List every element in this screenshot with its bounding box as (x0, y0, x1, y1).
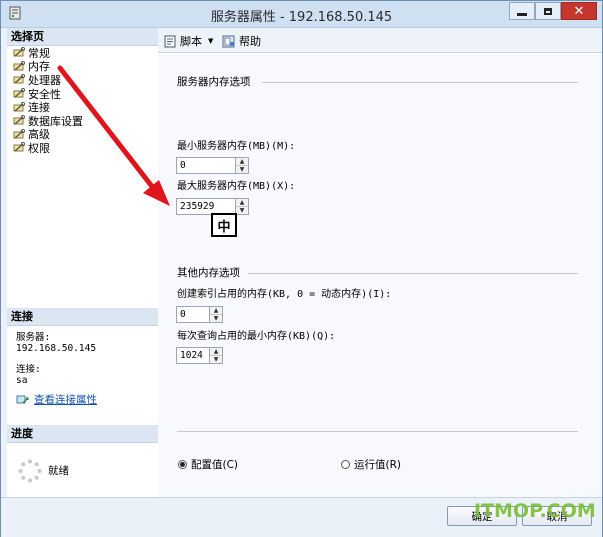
server-properties-window: 服务器属性 - 192.168.50.145 ✕ 选择页 常规 内存 处理器 安… (0, 0, 603, 537)
view-connection-properties-label: 查看连接属性 (34, 394, 97, 406)
spin-up-icon[interactable]: ▲ (236, 199, 248, 206)
link-icon (16, 395, 29, 404)
spin-up-icon[interactable]: ▲ (210, 307, 222, 314)
min-memory-value[interactable]: 0 (176, 157, 236, 174)
left-pane: 选择页 常规 内存 处理器 安全性 连接 数据库设置 高级 权限 连接 服务器:… (7, 28, 159, 497)
script-button[interactable]: 脚本 ▼ (164, 33, 213, 49)
radio-selected-icon[interactable] (178, 460, 187, 469)
page-item-label: 权限 (28, 141, 50, 155)
spin-up-icon[interactable]: ▲ (210, 348, 222, 355)
help-label: 帮助 (239, 35, 261, 48)
memory-page: 服务器内存选项 最小服务器内存(MB)(M): 0 ▲ ▼ 最大服务器内存(MB)… (158, 54, 602, 497)
wrench-icon (13, 142, 25, 152)
running-values-radio[interactable]: 运行值(R) (341, 457, 401, 472)
spin-down-icon[interactable]: ▼ (236, 206, 248, 214)
group-divider (248, 273, 578, 274)
min-memory-stepper[interactable]: 0 ▲ ▼ (176, 157, 249, 174)
progress-panel: 就绪 (7, 443, 158, 497)
progress-status: 就绪 (48, 465, 69, 477)
spin-down-icon[interactable]: ▼ (210, 355, 222, 363)
query-memory-value[interactable]: 1024 (176, 347, 210, 364)
radio-unselected-icon[interactable] (341, 460, 350, 469)
wrench-icon (13, 88, 25, 98)
wrench-icon (13, 115, 25, 125)
query-memory-stepper[interactable]: 1024 ▲ ▼ (176, 347, 223, 364)
help-icon (222, 35, 235, 47)
chevron-down-icon: ▼ (208, 37, 214, 45)
wrench-icon (13, 60, 25, 71)
connection-header: 连接 (7, 308, 158, 326)
close-button[interactable]: ✕ (561, 2, 597, 20)
min-memory-label: 最小服务器内存(MB)(M): (177, 141, 296, 152)
index-memory-value[interactable]: 0 (176, 306, 210, 323)
group-divider (262, 82, 578, 83)
index-memory-stepper[interactable]: 0 ▲ ▼ (176, 306, 223, 323)
server-memory-options-title: 服务器内存选项 (177, 76, 251, 88)
wrench-icon (13, 74, 25, 85)
wrench-icon (13, 47, 25, 57)
connection-value: sa (16, 375, 28, 386)
min-memory-spin-buttons[interactable]: ▲ ▼ (236, 157, 249, 174)
wrench-icon (13, 101, 25, 112)
spin-up-icon[interactable]: ▲ (236, 158, 248, 165)
spin-down-icon[interactable]: ▼ (210, 314, 222, 322)
spinner-icon (18, 459, 42, 483)
radio-divider (177, 431, 578, 432)
minimize-icon (517, 12, 527, 16)
select-page-header: 选择页 (7, 28, 158, 46)
configured-values-radio[interactable]: 配置值(C) (178, 457, 238, 472)
query-memory-spin-buttons[interactable]: ▲ ▼ (210, 347, 223, 364)
page-item-permissions[interactable]: 权限 (13, 141, 83, 155)
title-bar[interactable]: 服务器属性 - 192.168.50.145 ✕ (1, 1, 602, 28)
script-icon (164, 35, 176, 47)
server-label: 服务器: (16, 332, 51, 343)
minimize-button[interactable] (509, 2, 535, 20)
index-memory-spin-buttons[interactable]: ▲ ▼ (210, 306, 223, 323)
view-connection-properties-link[interactable]: 查看连接属性 (16, 392, 97, 407)
wrench-icon (13, 128, 25, 139)
running-values-label: 运行值(R) (354, 459, 401, 471)
toolbar: 脚本 ▼ 帮助 (158, 28, 602, 53)
query-memory-label: 每次查询占用的最小内存(KB)(Q): (177, 331, 336, 342)
right-pane: 脚本 ▼ 帮助 服务器内存选项 最小服务器内存(MB)(M): 0 ▲ ▼ 最大服… (158, 28, 602, 497)
connection-label: 连接: (16, 364, 41, 375)
maximize-button[interactable] (535, 2, 561, 20)
script-label: 脚本 (180, 35, 202, 48)
watermark: ITMOP.COM (474, 500, 596, 522)
max-memory-spin-buttons[interactable]: ▲ ▼ (236, 198, 249, 215)
max-memory-label: 最大服务器内存(MB)(X): (177, 181, 296, 192)
other-memory-options-title: 其他内存选项 (177, 267, 240, 279)
index-memory-label: 创建索引占用的内存(KB, 0 = 动态内存)(I): (177, 289, 392, 300)
help-button[interactable]: 帮助 (222, 33, 261, 49)
spin-down-icon[interactable]: ▼ (236, 165, 248, 173)
page-list: 常规 内存 处理器 安全性 连接 数据库设置 高级 权限 (13, 46, 83, 155)
maximize-icon (544, 7, 552, 15)
server-value: 192.168.50.145 (16, 343, 97, 354)
progress-header: 进度 (7, 425, 158, 443)
ime-indicator: 中 (211, 213, 237, 237)
close-icon: ✕ (573, 3, 585, 19)
configured-values-label: 配置值(C) (191, 459, 239, 471)
